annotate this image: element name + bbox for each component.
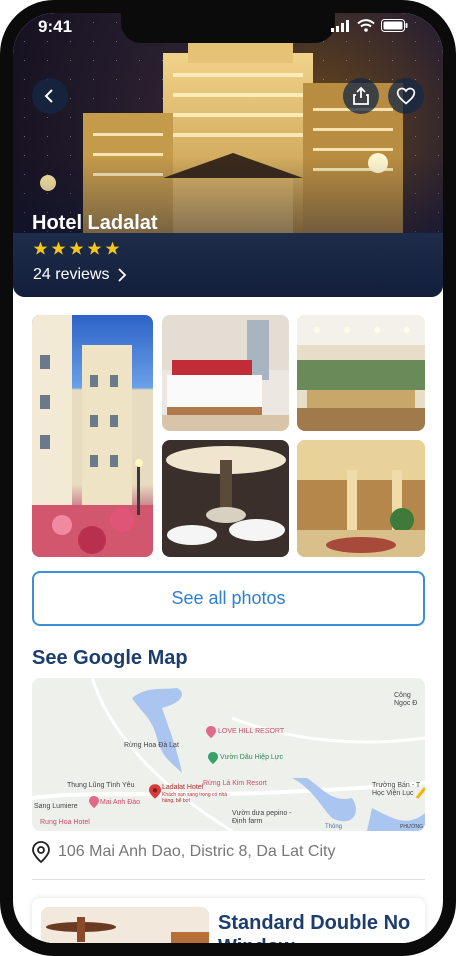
location-pin-icon [32, 841, 50, 863]
map-label-truong-ban: Trường Bán - T Học Viện Lục [372, 782, 421, 797]
star-icon [33, 241, 48, 255]
map-label-love-hill: LOVE HILL RESORT [218, 728, 285, 735]
status-bar: 9:41 [0, 15, 430, 39]
lobby-illustration [297, 440, 425, 557]
reviews-label: 24 reviews [33, 266, 110, 283]
map-label-rung-hoa-hotel: Rung Hoa Hotel [40, 819, 90, 826]
pin-icon [206, 726, 216, 738]
hotel-pin-icon [149, 784, 161, 799]
room-title: Standard Double No Window [218, 912, 411, 943]
map-label-vuon-pepino: Vườn dưa pepino - Định farm [232, 810, 292, 825]
star-rating [33, 241, 120, 256]
map-label-thung-lung: Thung Lũng Tình Yêu [67, 782, 135, 789]
signal-icon [331, 19, 349, 32]
star-icon [51, 241, 66, 255]
heart-icon [396, 87, 416, 105]
status-icons [331, 19, 408, 32]
address-text: 106 Mai Anh Dao, Distric 8, Da Lat City [58, 843, 336, 860]
map-label-vuon-dau: Vườn Dâu Hiệp Lực [220, 754, 283, 761]
restaurant-illustration [297, 315, 425, 431]
buffet-illustration [166, 446, 286, 545]
star-icon [105, 241, 120, 255]
photo-restaurant[interactable] [297, 315, 425, 431]
photo-buffet[interactable] [162, 440, 289, 557]
map-view[interactable]: LOVE HILL RESORT Rừng Hoa Đà Lạt Vườn Dâ… [32, 678, 425, 831]
room-image [41, 907, 209, 943]
chevron-right-icon [118, 268, 127, 282]
map-section-title: See Google Map [32, 647, 188, 669]
map-label-ladalat-hotel: Ladalat Hotel [162, 784, 204, 791]
share-icon [353, 86, 369, 105]
map-label-thong: Thông [325, 824, 343, 830]
phone-frame: Hotel Ladalat 24 reviews See all photos … [0, 0, 456, 956]
map-label-cong-ngoc: Công Ngọc Đ [394, 692, 418, 707]
map-label-rung-la-kim: Rừng Lá Kim Resort [203, 780, 267, 787]
battery-icon [381, 19, 408, 32]
hotel-name: Hotel Ladalat [32, 212, 158, 234]
chevron-left-icon [44, 89, 53, 103]
favorite-button[interactable] [388, 78, 424, 114]
reviews-link[interactable]: 24 reviews [33, 266, 127, 284]
pin-icon [208, 752, 218, 764]
status-time: 9:41 [38, 17, 73, 36]
bedroom-illustration [162, 315, 289, 431]
map-label-ladalat-desc: Khách sạn sang trọng có nhà hàng, bể bơi [162, 792, 228, 804]
map-label-mai-anh-dao: Mai Anh Đào [100, 799, 141, 806]
map-label-lumiere: Sang Lumiere [34, 803, 78, 810]
room-illustration [41, 907, 209, 943]
share-button[interactable] [343, 78, 379, 114]
photo-exterior[interactable] [32, 315, 153, 557]
back-button[interactable] [32, 78, 68, 114]
hero-image: Hotel Ladalat 24 reviews [13, 13, 443, 297]
map-label-phuong: PHƯỜNG [400, 824, 424, 830]
pin-icon [89, 796, 99, 808]
wifi-icon [357, 19, 375, 32]
photo-lobby[interactable] [297, 440, 425, 557]
exterior-illustration [32, 315, 153, 557]
address-row: 106 Mai Anh Dao, Distric 8, Da Lat City [32, 841, 335, 863]
screen: Hotel Ladalat 24 reviews See all photos … [13, 13, 443, 943]
divider [32, 879, 425, 880]
map-label-rung-hoa: Rừng Hoa Đà Lạt [124, 742, 179, 749]
star-icon [87, 241, 102, 255]
star-icon [69, 241, 84, 255]
photo-bedroom[interactable] [162, 315, 289, 431]
see-all-photos-button[interactable]: See all photos [32, 571, 425, 626]
